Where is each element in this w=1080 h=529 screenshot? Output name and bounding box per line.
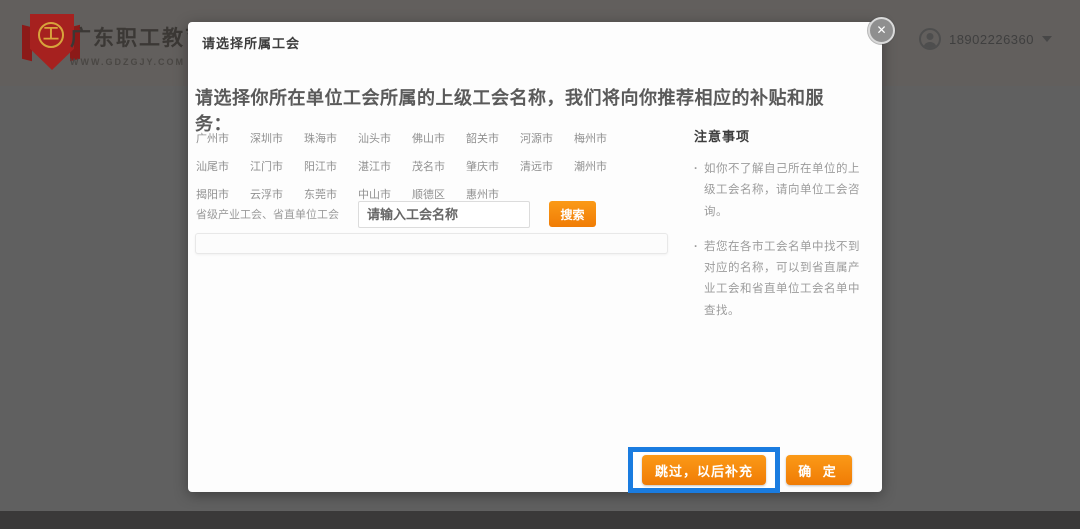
city-link[interactable]: 肇庆市	[466, 158, 520, 174]
city-link[interactable]: 深圳市	[250, 130, 304, 146]
search-results-box	[195, 233, 668, 254]
search-button[interactable]: 搜索	[549, 201, 596, 227]
modal-title: 请选择所属工会	[202, 33, 300, 52]
union-select-modal: 请选择所属工会 请选择你所在单位工会所属的上级工会名称，我们将向你推荐相应的补贴…	[188, 22, 882, 492]
brand-url: WWW.GDZGJY.COM	[70, 57, 195, 67]
city-link[interactable]: 珠海市	[304, 130, 358, 146]
user-avatar-icon	[919, 28, 941, 50]
city-link[interactable]: 河源市	[520, 130, 574, 146]
confirm-button[interactable]: 确 定	[786, 455, 852, 485]
city-link[interactable]: 梅州市	[574, 130, 628, 146]
provincial-union-label[interactable]: 省级产业工会、省直单位工会	[196, 206, 358, 222]
city-link[interactable]: 江门市	[250, 158, 304, 174]
union-search-row: 省级产业工会、省直单位工会 搜索	[196, 200, 656, 228]
city-link[interactable]: 清远市	[520, 158, 574, 174]
notes-panel: 注意事项 如你不了解自己所在单位的上级工会名称，请向单位工会咨询。 若您在各市工…	[694, 126, 870, 336]
site-footer-strip	[0, 511, 1080, 529]
chevron-down-icon	[1042, 36, 1052, 42]
logo-gong-glyph: 工	[38, 22, 64, 48]
annotation-highlight-box: 跳过，以后补充	[628, 447, 780, 493]
user-account-dropdown[interactable]: 18902226360	[919, 28, 1052, 50]
city-link[interactable]: 茂名市	[412, 158, 466, 174]
city-link[interactable]: 广州市	[196, 130, 250, 146]
notes-title: 注意事项	[694, 126, 870, 145]
union-name-input[interactable]	[358, 201, 530, 228]
city-link[interactable]: 佛山市	[412, 130, 466, 146]
user-phone-number: 18902226360	[949, 32, 1034, 47]
city-link[interactable]: 汕尾市	[196, 158, 250, 174]
city-link[interactable]: 阳江市	[304, 158, 358, 174]
page: 工 广东职工教育 WWW.GDZGJY.COM 18902226360 请选择所…	[0, 0, 1080, 529]
city-link[interactable]: 潮州市	[574, 158, 628, 174]
note-item: 若您在各市工会名单中找不到对应的名称，可以到省直属产业工会和省直单位工会名单中查…	[694, 237, 870, 322]
city-link[interactable]: 汕头市	[358, 130, 412, 146]
close-icon[interactable]: ✕	[868, 17, 895, 44]
brand-title: 广东职工教育	[70, 22, 195, 52]
skip-fill-later-button[interactable]: 跳过，以后补充	[642, 455, 766, 485]
city-link[interactable]: 湛江市	[358, 158, 412, 174]
note-item: 如你不了解自己所在单位的上级工会名称，请向单位工会咨询。	[694, 159, 870, 223]
brand-block: 广东职工教育 WWW.GDZGJY.COM	[70, 22, 195, 67]
city-link[interactable]: 韶关市	[466, 130, 520, 146]
